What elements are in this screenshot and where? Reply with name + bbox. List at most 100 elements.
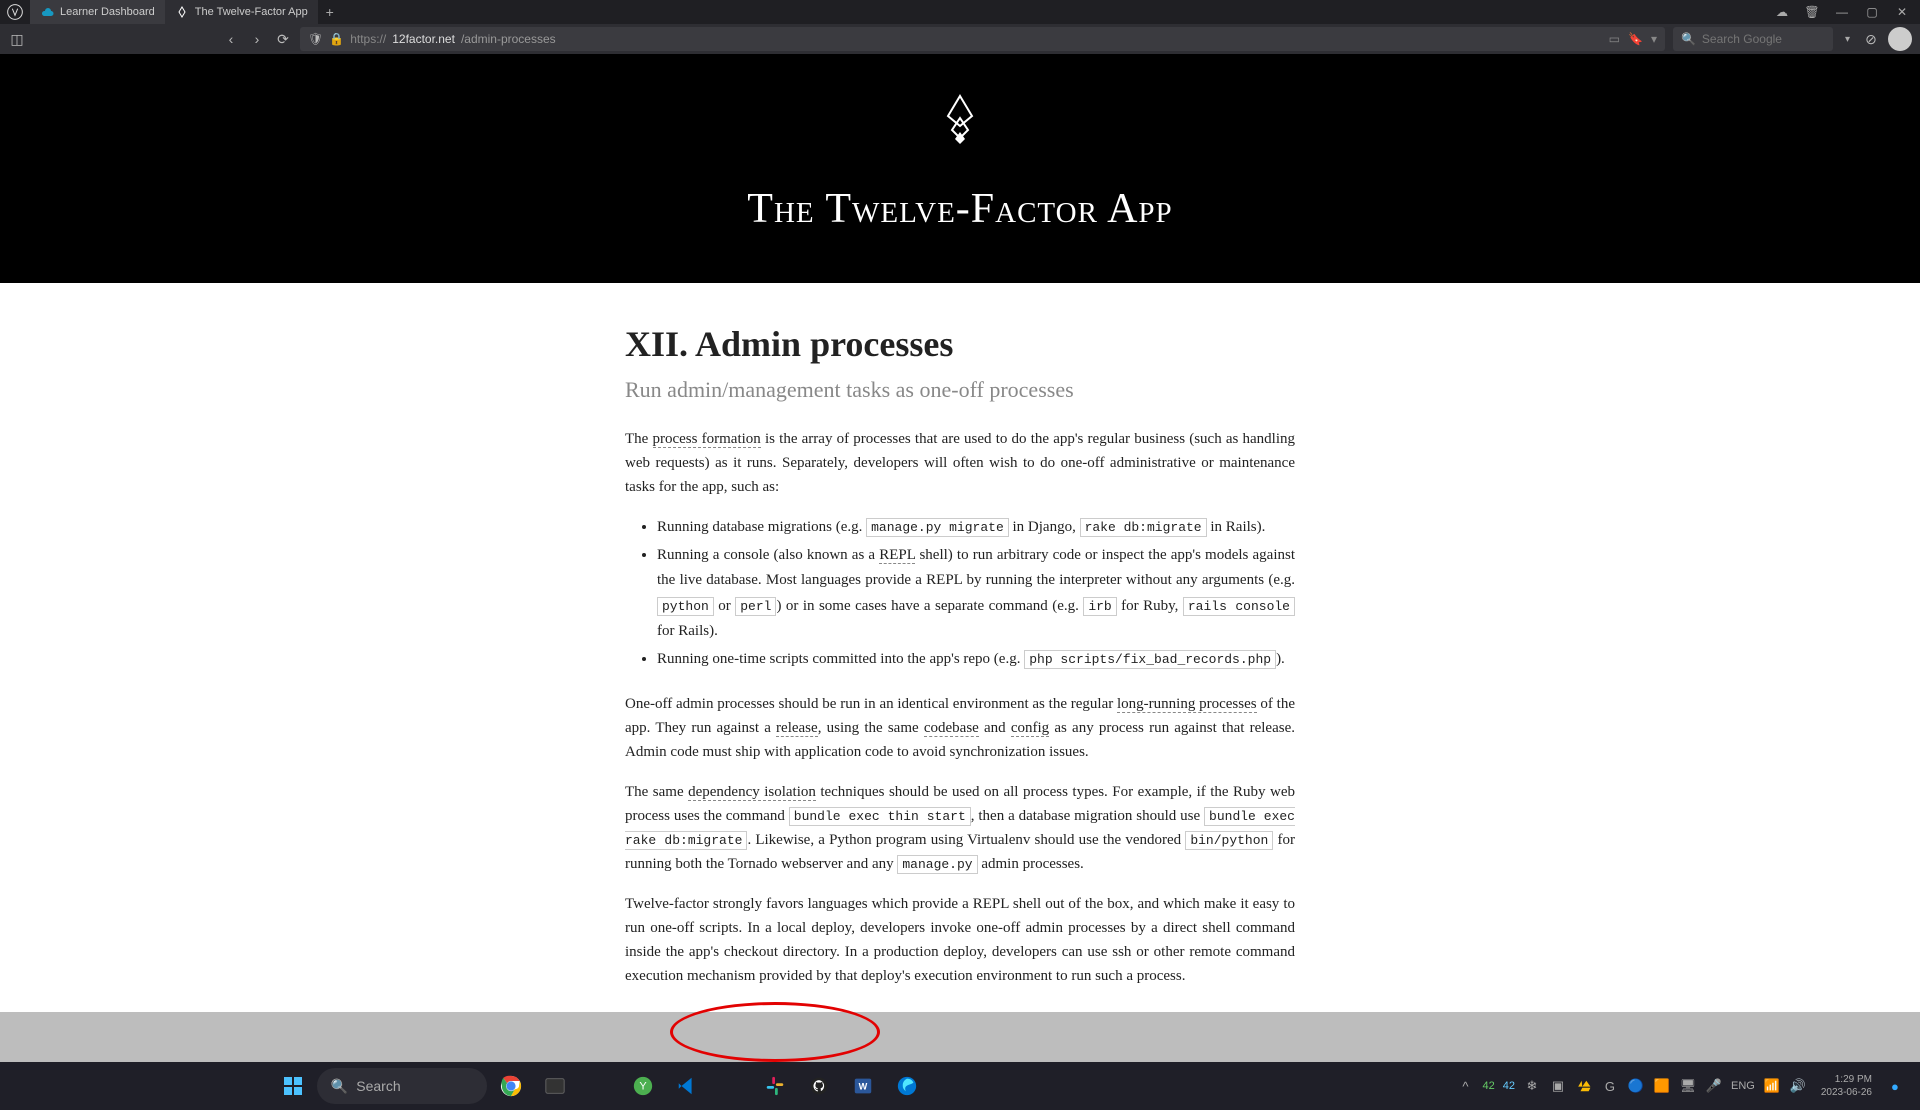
taskbar-app-word[interactable]: W <box>843 1066 883 1106</box>
vivaldi-logo[interactable] <box>4 1 26 23</box>
wifi-icon[interactable]: 📶 <box>1763 1077 1781 1095</box>
hero-title: The Twelve-Factor App <box>0 185 1920 233</box>
code-snippet: rails console <box>1183 597 1295 616</box>
taskbar-app-chrome[interactable] <box>491 1066 531 1106</box>
taskbar-app-edge[interactable] <box>887 1066 927 1106</box>
list-item: Running one-time scripts committed into … <box>657 647 1295 673</box>
tab-twelve-factor[interactable]: The Twelve-Factor App <box>165 0 318 24</box>
footer-strip <box>0 1012 1920 1062</box>
search-dropdown-button[interactable]: ▾ <box>1841 34 1854 45</box>
panel-toggle-icon[interactable]: ◫ <box>8 30 26 48</box>
new-tab-button[interactable]: + <box>318 0 342 24</box>
diamond-icon <box>175 5 189 19</box>
forward-button[interactable]: › <box>248 30 266 48</box>
taskbar-app-unknown[interactable] <box>579 1066 619 1106</box>
paragraph-2: One-off admin processes should be run in… <box>625 692 1295 764</box>
code-snippet: irb <box>1083 597 1116 616</box>
check-icon[interactable]: ⊘ <box>1862 30 1880 48</box>
lock-icon: 🔒 <box>329 32 344 46</box>
article-subtitle: Run admin/management tasks as one-off pr… <box>625 377 1295 403</box>
taskbar-app-green[interactable]: Y <box>623 1066 663 1106</box>
language-indicator[interactable]: ENG <box>1731 1080 1755 1092</box>
start-button[interactable] <box>273 1066 313 1106</box>
taskbar-app-github[interactable] <box>799 1066 839 1106</box>
search-input[interactable] <box>1702 32 1825 46</box>
hero-logo-icon <box>0 94 1920 155</box>
paragraph-3: The same dependency isolation techniques… <box>625 780 1295 876</box>
system-tray: ^ 42 42 ❄ ▣ G 🔵 🟧 🖥 🎤 ENG 📶 🔊 1:29 PM 20… <box>1456 1073 1912 1099</box>
cloud-sync-icon[interactable]: ☁ <box>1772 5 1792 19</box>
chevron-up-icon[interactable]: ^ <box>1456 1077 1474 1095</box>
back-button[interactable]: ‹ <box>222 30 240 48</box>
code-snippet: bundle exec thin start <box>789 807 971 826</box>
close-button[interactable]: ✕ <box>1892 5 1912 19</box>
tab-label: Learner Dashboard <box>60 6 155 18</box>
tab-label: The Twelve-Factor App <box>195 6 308 18</box>
tab-learner-dashboard[interactable]: Learner Dashboard <box>30 0 165 24</box>
taskbar-app-terminal[interactable] <box>535 1066 575 1106</box>
hero-section: The Twelve-Factor App <box>0 54 1920 283</box>
tab-bar: Learner Dashboard The Twelve-Factor App … <box>0 0 1920 24</box>
article-heading: XII. Admin processes <box>625 323 1295 365</box>
code-snippet: manage.py <box>897 855 977 874</box>
list-item: Running database migrations (e.g. manage… <box>657 515 1295 541</box>
page-content[interactable]: The Twelve-Factor App XII. Admin process… <box>0 54 1920 1062</box>
code-snippet: rake db:migrate <box>1080 518 1207 537</box>
link-process-formation[interactable]: process formation <box>653 431 761 448</box>
search-icon: 🔍 <box>331 1078 348 1095</box>
code-snippet: manage.py migrate <box>866 518 1009 537</box>
profile-avatar[interactable] <box>1888 27 1912 51</box>
url-domain: 12factor.net <box>392 32 455 46</box>
tray-icon-1[interactable]: ❄ <box>1523 1077 1541 1095</box>
tray-icon-2[interactable]: ▣ <box>1549 1077 1567 1095</box>
search-label: Search <box>356 1078 400 1094</box>
link-repl[interactable]: REPL <box>879 547 915 564</box>
tray-icon-drive[interactable] <box>1575 1077 1593 1095</box>
svg-text:W: W <box>859 1082 868 1092</box>
taskbar-app-vscode[interactable] <box>667 1066 707 1106</box>
browser-chrome: Learner Dashboard The Twelve-Factor App … <box>0 0 1920 54</box>
code-snippet: python <box>657 597 714 616</box>
url-protocol: https:// <box>350 32 386 46</box>
cloud-icon <box>40 5 54 19</box>
bookmark-icon[interactable]: 🔖 <box>1628 32 1643 46</box>
tray-icon-6[interactable]: 🖥 <box>1679 1077 1697 1095</box>
shield-icon[interactable]: 🛡 <box>308 32 323 46</box>
tray-stat-2[interactable]: 42 <box>1503 1080 1515 1092</box>
microphone-icon[interactable]: 🎤 <box>1705 1077 1723 1095</box>
tray-icon-4[interactable]: 🔵 <box>1627 1077 1645 1095</box>
notification-icon[interactable]: ● <box>1886 1077 1904 1095</box>
taskbar-app-unknown2[interactable] <box>711 1066 751 1106</box>
minimize-button[interactable]: — <box>1832 5 1852 19</box>
volume-icon[interactable]: 🔊 <box>1789 1077 1807 1095</box>
url-path: /admin-processes <box>461 32 556 46</box>
tray-stat-1[interactable]: 42 <box>1482 1080 1494 1092</box>
tray-icon-5[interactable]: 🟧 <box>1653 1077 1671 1095</box>
article-content: XII. Admin processes Run admin/managemen… <box>625 323 1295 988</box>
clock[interactable]: 1:29 PM 2023-06-26 <box>1815 1073 1878 1099</box>
link-config[interactable]: config <box>1011 720 1049 737</box>
time-label: 1:29 PM <box>1821 1073 1872 1086</box>
paragraph-4: Twelve-factor strongly favors languages … <box>625 892 1295 988</box>
trash-icon[interactable]: 🗑 <box>1802 5 1822 19</box>
tray-icon-g[interactable]: G <box>1601 1077 1619 1095</box>
code-snippet: perl <box>735 597 776 616</box>
search-box[interactable]: 🔍 <box>1673 27 1833 51</box>
url-bar[interactable]: 🛡 🔒 https:// 12factor.net/admin-processes… <box>300 27 1665 51</box>
link-deps[interactable]: dependency isolation <box>688 784 816 801</box>
link-release[interactable]: release <box>776 720 818 737</box>
dropdown-icon[interactable]: ▾ <box>1651 32 1657 46</box>
date-label: 2023-06-26 <box>1821 1086 1872 1099</box>
code-snippet: php scripts/fix_bad_records.php <box>1024 650 1276 669</box>
taskbar-search[interactable]: 🔍 Search <box>317 1068 487 1104</box>
reload-button[interactable]: ⟳ <box>274 30 292 48</box>
svg-text:Y: Y <box>639 1081 647 1093</box>
taskbar-app-slack[interactable] <box>755 1066 795 1106</box>
maximize-button[interactable]: ▢ <box>1862 5 1882 19</box>
reader-mode-icon[interactable]: ▭ <box>1609 32 1620 46</box>
windows-taskbar: 🔍 Search Y W ^ 42 42 ❄ ▣ G 🔵 🟧 🖥 🎤 ENG 📶… <box>0 1062 1920 1110</box>
link-processes[interactable]: long-running processes <box>1117 696 1257 713</box>
search-engine-icon: 🔍 <box>1681 32 1696 46</box>
link-codebase[interactable]: codebase <box>924 720 979 737</box>
paragraph-1: The process formation is the array of pr… <box>625 427 1295 499</box>
